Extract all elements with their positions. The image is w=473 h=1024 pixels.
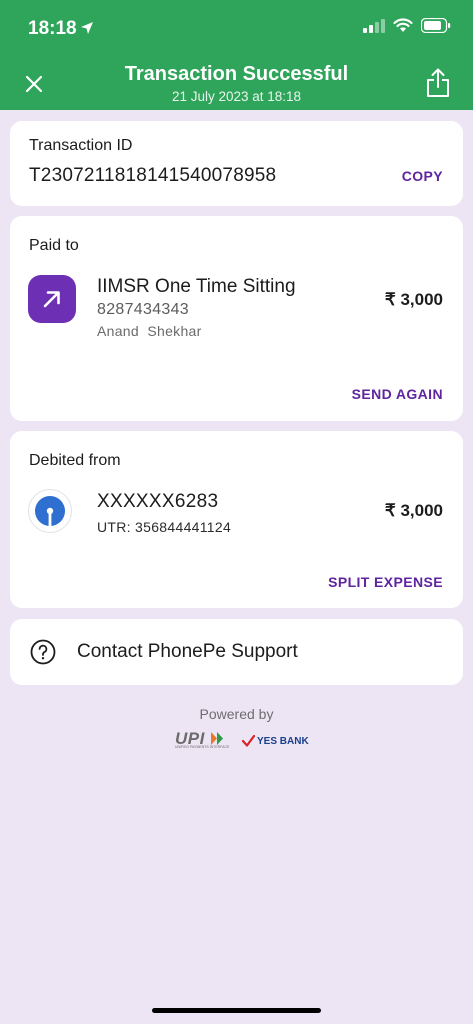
header: 18:18 Transaction Successful 21 July 202…: [0, 0, 473, 110]
paid-amount: ₹ 3,000: [384, 290, 443, 309]
payee-person: Anand Shekhar: [97, 323, 202, 339]
battery-icon: [420, 17, 451, 38]
status-bar: 18:18: [0, 0, 473, 60]
page-subtitle: 21 July 2023 at 18:18: [171, 89, 302, 104]
bank-logo: [28, 489, 72, 533]
upi-logo-subtext: UNIFIED PAYMENTS INTERFACE: [175, 745, 230, 749]
wifi-icon: [393, 18, 413, 38]
powered-by-text: Powered by: [199, 706, 274, 722]
status-icons: [363, 17, 451, 38]
copy-button[interactable]: COPY: [402, 168, 443, 184]
debited-from-label: Debited from: [29, 452, 121, 469]
transaction-id-value: T2307211818141540078958: [29, 165, 277, 186]
contact-support-label: Contact PhonePe Support: [77, 641, 298, 662]
utr-number: UTR: 356844441124: [97, 519, 232, 535]
transaction-id-label: Transaction ID: [29, 137, 133, 154]
upi-logo: UPI UNIFIED PAYMENTS INTERFACE: [175, 729, 233, 751]
question-circle-icon: [30, 639, 56, 665]
paid-to-card: Paid to IIMSR One Time Sitting 828743434…: [10, 216, 463, 421]
merchant-avatar: [28, 275, 76, 323]
send-again-button[interactable]: SEND AGAIN: [352, 386, 443, 402]
payee-phone: 8287434343: [97, 301, 189, 318]
upi-arrow-icon: [211, 732, 223, 745]
arrow-up-right-icon: [43, 291, 60, 308]
home-indicator[interactable]: [152, 1008, 321, 1013]
share-button[interactable]: [423, 66, 453, 100]
debit-account: XXXXXX6283: [97, 491, 219, 512]
sbi-logo-icon: [35, 496, 65, 527]
paid-to-label: Paid to: [29, 237, 79, 254]
split-expense-button[interactable]: SPLIT EXPENSE: [328, 574, 443, 590]
title-row: Transaction Successful 21 July 2023 at 1…: [0, 60, 473, 110]
debited-from-card: Debited from XXXXXX6283 UTR: 35684444112…: [10, 431, 463, 608]
share-icon: [427, 68, 449, 97]
debit-amount: ₹ 3,000: [384, 501, 443, 520]
payee-name: IIMSR One Time Sitting: [97, 276, 296, 297]
location-arrow-icon: [80, 21, 94, 40]
check-icon: [242, 735, 255, 747]
yes-bank-logo: YES BANK: [242, 733, 309, 749]
support-card[interactable]: Contact PhonePe Support: [10, 619, 463, 685]
page-title: Transaction Successful: [124, 63, 349, 85]
status-time: 18:18: [28, 18, 77, 39]
transaction-id-card: Transaction ID T2307211818141540078958 C…: [10, 121, 463, 206]
yes-bank-text: YES BANK: [257, 735, 309, 747]
signal-icon: [363, 18, 385, 38]
